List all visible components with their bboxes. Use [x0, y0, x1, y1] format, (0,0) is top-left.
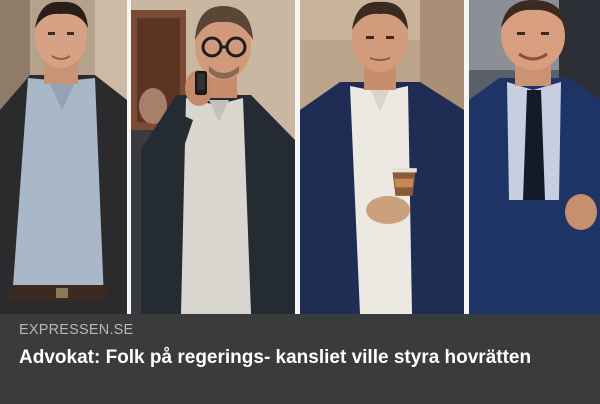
article-photo-collage: [0, 0, 600, 314]
smartphone-icon: [195, 71, 207, 95]
photo-panel-2: [131, 0, 295, 314]
news-link-card[interactable]: EXPRESSEN.SE Advokat: Folk på regerings-…: [0, 0, 600, 404]
article-source: EXPRESSEN.SE: [19, 322, 134, 338]
photo-panel-3: [300, 0, 464, 314]
photo-panel-4: [469, 0, 600, 314]
article-headline[interactable]: Advokat: Folk på regerings- kansliet vil…: [19, 346, 579, 370]
photo-panel-1: [0, 0, 127, 314]
coffee-cup-icon: [391, 168, 417, 196]
